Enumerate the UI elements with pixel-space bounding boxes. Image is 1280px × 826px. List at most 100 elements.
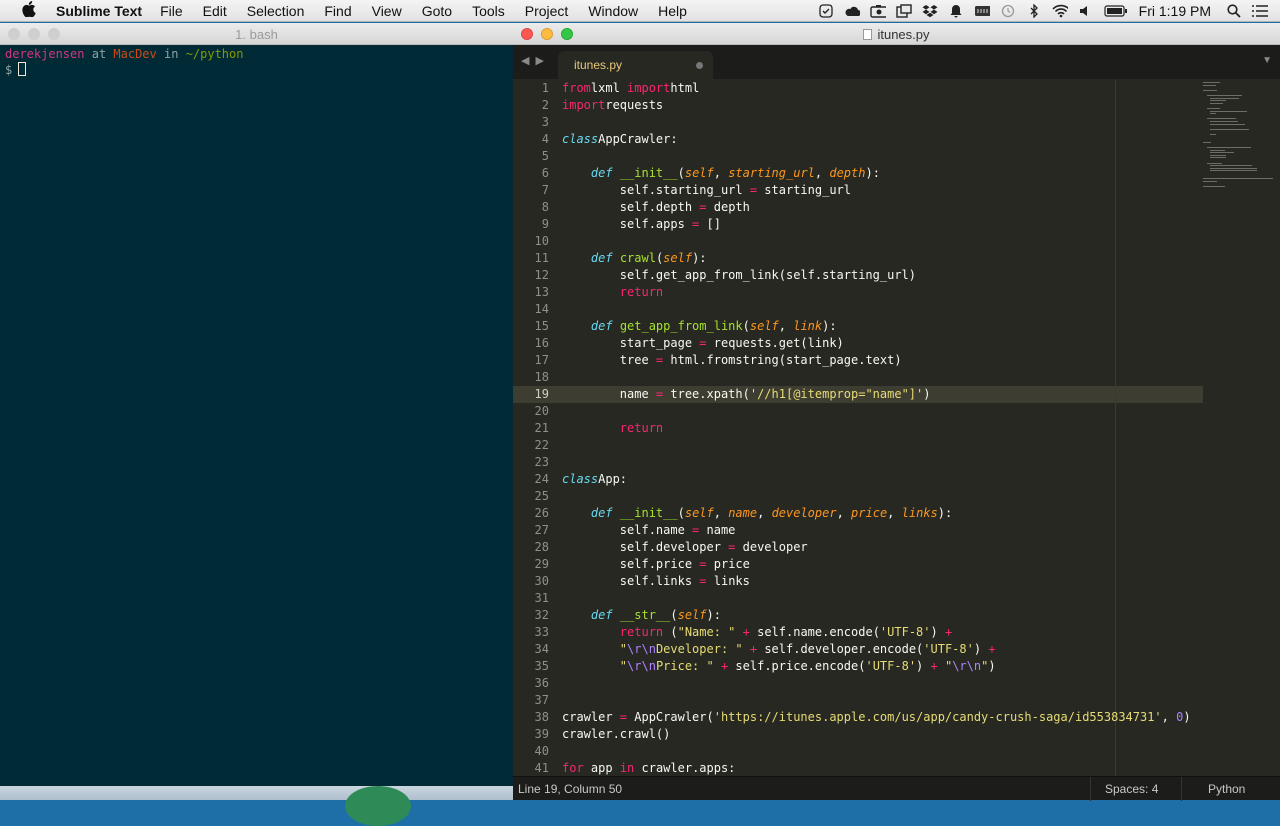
code-line[interactable] (562, 590, 1242, 607)
code-line[interactable]: crawler = AppCrawler('https://itunes.app… (562, 709, 1242, 726)
line-number: 35 (534, 659, 549, 673)
code-line[interactable]: for app in crawler.apps: (562, 760, 1242, 776)
bell-icon[interactable] (948, 4, 964, 18)
terminal-input-line[interactable]: $ (5, 62, 508, 78)
menu-window[interactable]: Window (578, 3, 648, 19)
bluetooth-icon[interactable] (1026, 4, 1042, 18)
code-line[interactable] (562, 301, 1242, 318)
unsaved-dot-icon[interactable] (696, 62, 703, 69)
code-line[interactable] (562, 675, 1242, 692)
code-line[interactable]: return (562, 420, 1242, 437)
code-line[interactable] (562, 148, 1242, 165)
cloud-icon[interactable] (844, 4, 860, 18)
keyboard-icon[interactable] (974, 4, 990, 18)
code-line[interactable]: "\r\nDeveloper: " + self.developer.encod… (562, 641, 1242, 658)
code-line[interactable]: def __str__(self): (562, 607, 1242, 624)
window-icon[interactable] (895, 4, 912, 18)
code-line[interactable] (562, 369, 1242, 386)
code-line[interactable]: importrequests (562, 97, 1242, 114)
code-line[interactable] (562, 692, 1242, 709)
minimap[interactable] (1203, 80, 1280, 200)
code-line[interactable] (562, 114, 1242, 131)
line-number: 18 (534, 370, 549, 384)
tab-bar: ◀▶ itunes.py ▼ (513, 45, 1280, 79)
code-line[interactable]: classApp: (562, 471, 1242, 488)
indentation-setting[interactable]: Spaces: 4 (1105, 782, 1158, 796)
list-icon[interactable] (1252, 4, 1268, 18)
code-line[interactable]: self.links = links (562, 573, 1242, 590)
code-line[interactable]: self.get_app_from_link(self.starting_url… (562, 267, 1242, 284)
terminal-window[interactable]: 1. bash derekjensen at MacDev in ~/pytho… (0, 23, 513, 786)
code-line[interactable]: def __init__(self, starting_url, depth): (562, 165, 1242, 182)
battery-icon[interactable] (1104, 4, 1128, 18)
prompt-host: MacDev (113, 47, 157, 61)
menu-goto[interactable]: Goto (412, 3, 462, 19)
code-area[interactable]: fromlxml importhtml importrequests classAp… (562, 80, 1242, 776)
syntax-selector[interactable]: Python (1208, 782, 1245, 796)
menu-file[interactable]: File (150, 3, 193, 19)
code-line[interactable]: def get_app_from_link(self, link): (562, 318, 1242, 335)
menu-help[interactable]: Help (648, 3, 697, 19)
check-circle-icon[interactable] (818, 4, 834, 18)
code-line[interactable]: return ("Name: " + self.name.encode('UTF… (562, 624, 1242, 641)
code-line[interactable] (562, 437, 1242, 454)
document-icon (863, 29, 873, 40)
minimap-line (1210, 121, 1239, 122)
apple-menu-icon[interactable] (18, 1, 40, 20)
menu-project[interactable]: Project (515, 3, 579, 19)
line-number: 24 (534, 472, 549, 486)
code-line[interactable] (562, 233, 1242, 250)
time-machine-icon[interactable] (1000, 4, 1016, 18)
tab-nav-arrows-icon[interactable]: ◀▶ (521, 54, 550, 67)
line-number: 25 (534, 489, 549, 503)
volume-icon[interactable] (1078, 4, 1094, 18)
code-line[interactable]: "\r\nPrice: " + self.price.encode('UTF-8… (562, 658, 1242, 675)
line-number: 36 (534, 676, 549, 690)
camera-icon[interactable] (869, 4, 886, 18)
code-editor[interactable]: 1 2 3 4 5 6 7 8 9 10 11 12 13 14 15 16 17 18 19 20 21 22 23 24 2… (513, 80, 1280, 776)
code-line[interactable] (562, 454, 1242, 471)
code-line[interactable]: fromlxml importhtml (562, 80, 1242, 97)
code-line[interactable] (562, 488, 1242, 505)
terminal-content[interactable]: derekjensen at MacDev in ~/python $ (0, 45, 513, 79)
code-line[interactable]: self.starting_url = starting_url (562, 182, 1242, 199)
dropbox-icon[interactable] (922, 4, 938, 18)
menu-find[interactable]: Find (314, 3, 361, 19)
line-number: 2 (541, 98, 549, 112)
line-number-gutter[interactable]: 1 2 3 4 5 6 7 8 9 10 11 12 13 14 15 16 17 18 19 20 21 22 23 24 2… (513, 80, 549, 776)
prompt-symbol: $ (5, 63, 13, 77)
terminal-titlebar[interactable]: 1. bash (0, 23, 513, 45)
code-line[interactable]: name = tree.xpath('//h1[@itemprop="name"… (562, 386, 1242, 403)
line-number: 40 (534, 744, 549, 758)
minimap-line (1210, 170, 1257, 172)
sublime-titlebar[interactable]: itunes.py (513, 23, 1280, 45)
code-line[interactable]: return (562, 284, 1242, 301)
code-line[interactable]: self.developer = developer (562, 539, 1242, 556)
code-line[interactable]: self.name = name (562, 522, 1242, 539)
chevron-down-icon[interactable]: ▼ (1262, 55, 1272, 66)
menu-view[interactable]: View (362, 3, 412, 19)
code-line[interactable]: self.apps = [] (562, 216, 1242, 233)
menubar-clock[interactable]: Fri 1:19 PM (1139, 3, 1211, 19)
prompt-at: at (91, 47, 107, 61)
code-line[interactable]: tree = html.fromstring(start_page.text) (562, 352, 1242, 369)
code-line[interactable]: self.depth = depth (562, 199, 1242, 216)
code-line[interactable] (562, 743, 1242, 760)
code-line[interactable] (562, 403, 1242, 420)
wifi-icon[interactable] (1052, 4, 1068, 18)
code-line[interactable]: crawler.crawl() (562, 726, 1242, 743)
code-line[interactable]: self.price = price (562, 556, 1242, 573)
code-line[interactable]: classAppCrawler: (562, 131, 1242, 148)
code-line[interactable]: def __init__(self, name, developer, pric… (562, 505, 1242, 522)
menu-app-name[interactable]: Sublime Text (52, 3, 150, 19)
menu-edit[interactable]: Edit (193, 3, 237, 19)
menu-selection[interactable]: Selection (237, 3, 315, 19)
search-icon[interactable] (1226, 4, 1242, 18)
menu-tools[interactable]: Tools (462, 3, 515, 19)
line-number: 19 (534, 387, 549, 401)
sublime-window[interactable]: itunes.py ◀▶ itunes.py ▼ 1 2 3 4 5 6 7 8 9 10 11 12… (513, 23, 1280, 801)
tab-label: itunes.py (574, 58, 623, 72)
code-line[interactable]: start_page = requests.get(link) (562, 335, 1242, 352)
tab-itunes-py[interactable]: itunes.py (558, 51, 713, 79)
code-line[interactable]: def crawl(self): (562, 250, 1242, 267)
